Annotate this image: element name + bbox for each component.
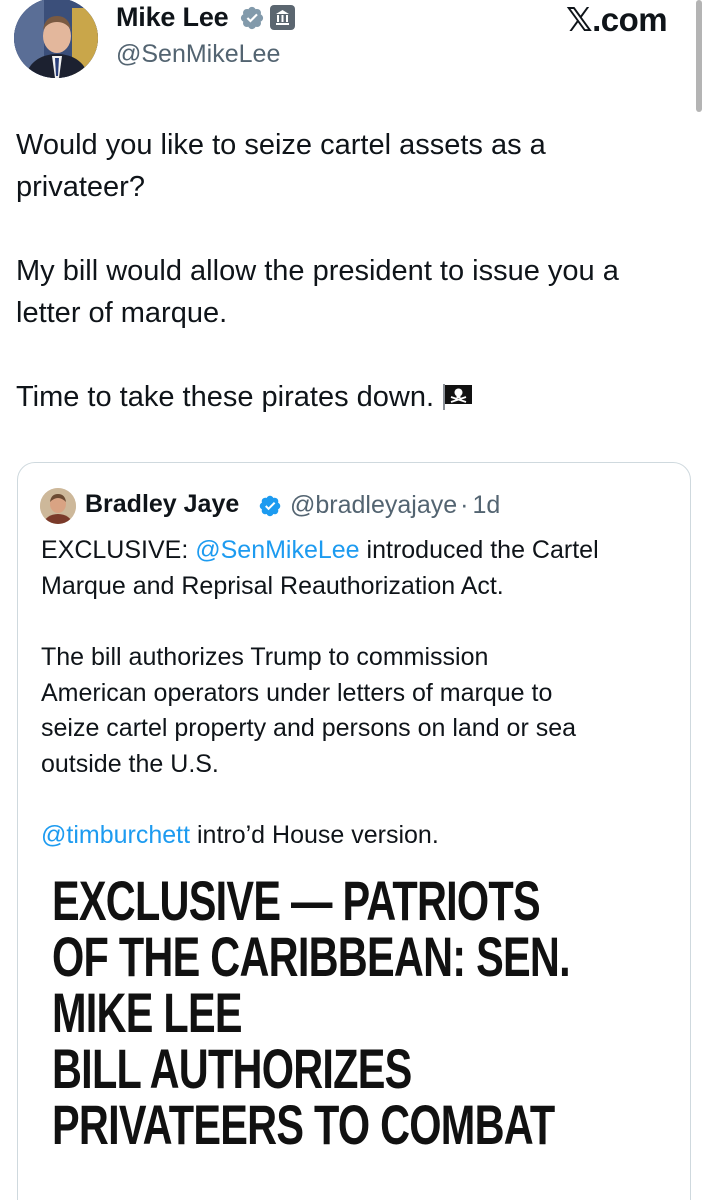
quoted-author-avatar[interactable] [40,488,76,524]
headline-line: PRIVATEERS TO COMBAT [52,1093,555,1156]
quoted-text-line: @timburchett intro’d House version. [41,818,681,854]
quoted-author-handle[interactable]: @bradleyajaye [290,491,457,519]
tweet-text-line: Would you like to seize cartel assets as… [16,129,546,161]
author-avatar[interactable] [14,0,98,78]
headline-line: MIKE LEE [52,981,243,1044]
quoted-text-line: seize cartel property and persons on lan… [41,714,577,742]
mention-link-senmikelee[interactable]: @SenMikeLee [195,536,359,564]
mention-link-timburchett[interactable]: @timburchett [41,821,190,849]
pirate-flag-icon [443,384,473,410]
government-building-badge-icon [270,5,295,30]
quoted-text-segment: intro’d House version. [190,821,439,849]
headline-line: EXCLUSIVE — PATRIOTS [52,869,541,932]
quoted-text-line: Marque and Reprisal Reauthorization Act. [41,571,504,600]
quoted-text-line: EXCLUSIVE: @SenMikeLee introduced the Ca… [41,533,681,569]
verified-badge-icon [259,495,281,517]
author-name[interactable]: Mike Lee [116,2,229,33]
meta-separator: · [460,491,469,519]
tweet-text-line: Time to take these pirates down. [16,376,696,418]
quoted-author-meta: @bradleyajaye · 1d [290,491,500,520]
tweet-text-last: Time to take these pirates down. [16,381,435,413]
quoted-author-name[interactable]: Bradley Jaye [85,490,239,519]
quoted-tweet-card[interactable]: Bradley Jaye @bradleyajaye · 1d EXCLUSIVE:… [17,462,691,1200]
quoted-text-segment: EXCLUSIVE: [41,536,196,564]
scrollbar-thumb[interactable] [696,0,702,112]
tweet-text-line: My bill would allow the president to iss… [16,255,619,287]
tweet-text-line: privateer? [16,171,145,203]
headline-line: BILL AUTHORIZES [52,1037,412,1100]
article-headline: EXCLUSIVE — PATRIOTS OF THE CARIBBEAN: S… [52,869,571,1156]
tweet-text: Would you like to seize cartel assets as… [16,124,696,418]
quoted-tweet-text: EXCLUSIVE: @SenMikeLee introduced the Ca… [41,533,681,854]
quoted-text-line: American operators under letters of marq… [41,678,553,707]
verified-badge-icon [240,6,264,30]
article-preview-image[interactable]: EXCLUSIVE — PATRIOTS OF THE CARIBBEAN: S… [18,865,690,1200]
quoted-timestamp[interactable]: 1d [472,491,500,519]
x-brand-logo: 𝕏.com [566,1,668,38]
quoted-text-segment: introduced the Cartel [359,536,599,564]
headline-line: OF THE CARIBBEAN: SEN. [52,925,571,988]
tweet-text-line: letter of marque. [16,297,228,329]
quoted-text-line: The bill authorizes Trump to commission [41,643,489,671]
quoted-text-line: outside the U.S. [41,749,219,778]
author-handle[interactable]: @SenMikeLee [116,40,280,69]
